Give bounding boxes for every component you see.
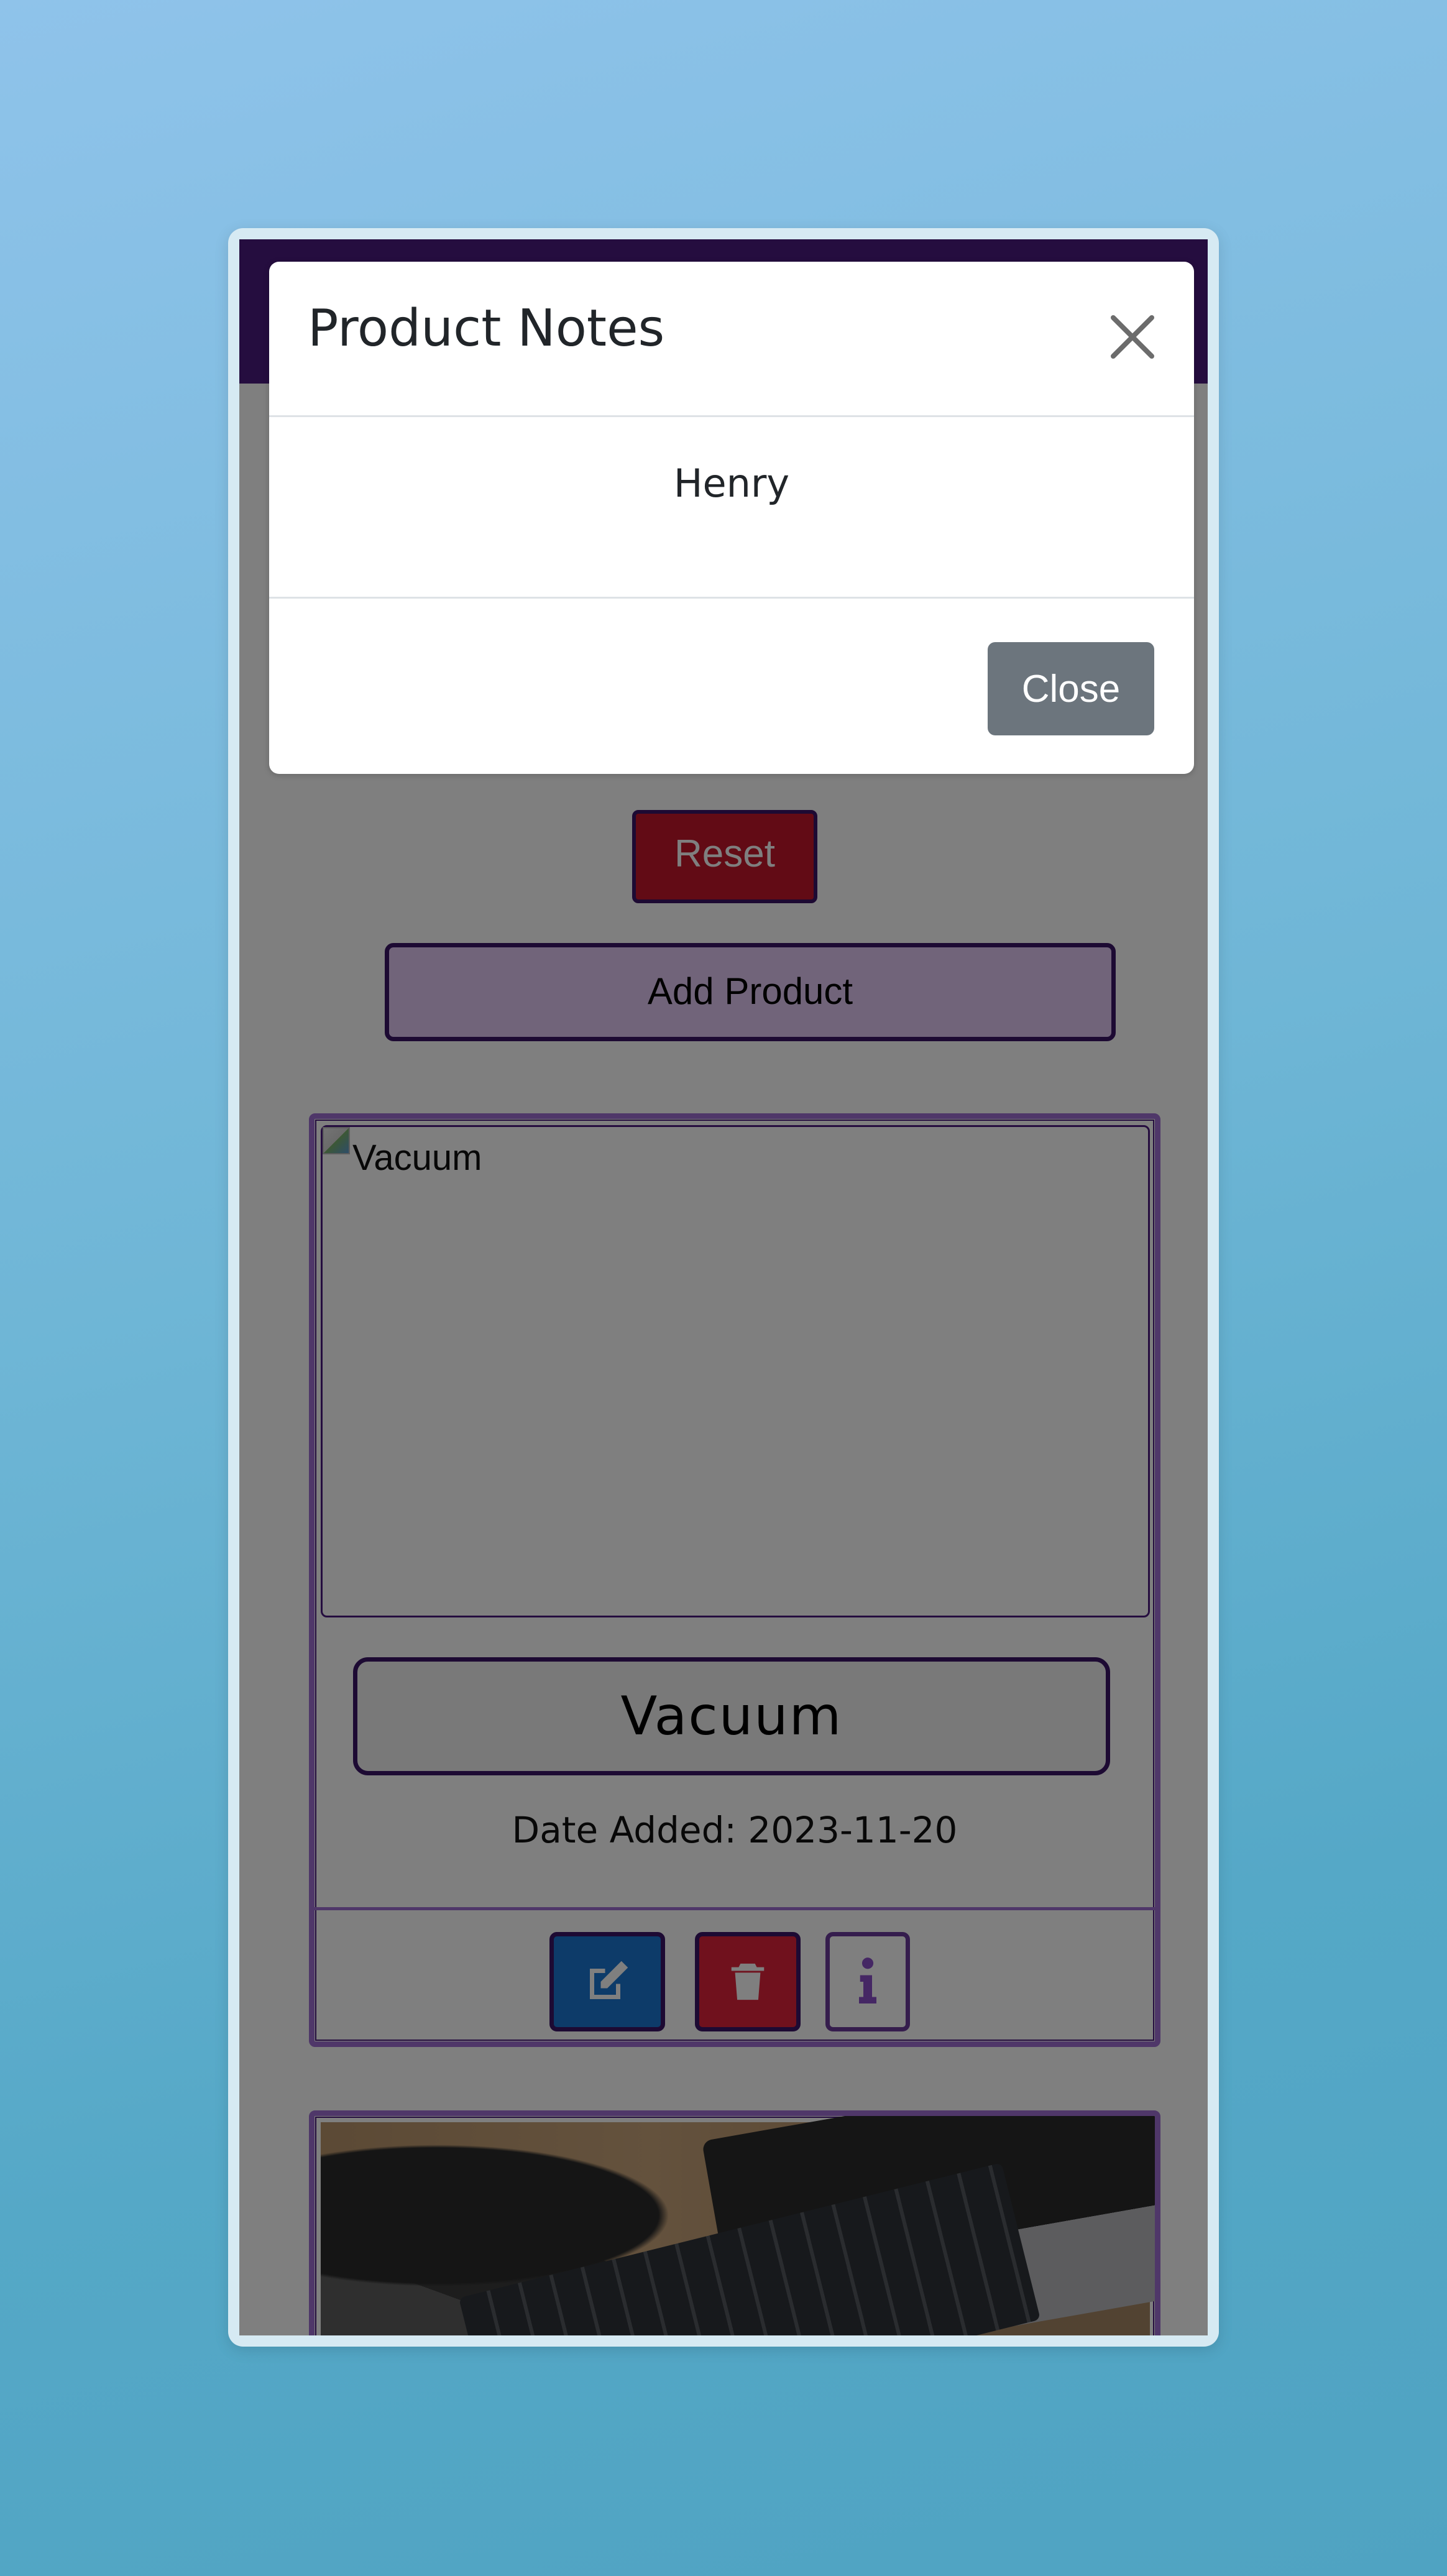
modal-close-button[interactable]: Close: [988, 642, 1154, 735]
app-screen: Reset Add Product Vacuum Vacuum Date Add…: [239, 239, 1208, 2335]
modal-close-x-button[interactable]: [1105, 309, 1160, 365]
modal-header: Product Notes: [269, 262, 1194, 417]
product-notes-modal: Product Notes Henry Close: [269, 262, 1194, 774]
device-frame: Reset Add Product Vacuum Vacuum Date Add…: [228, 228, 1219, 2347]
close-icon: [1111, 315, 1154, 359]
modal-title: Product Notes: [308, 299, 665, 358]
modal-body: Henry: [269, 417, 1194, 599]
modal-note-text: Henry: [673, 461, 790, 506]
